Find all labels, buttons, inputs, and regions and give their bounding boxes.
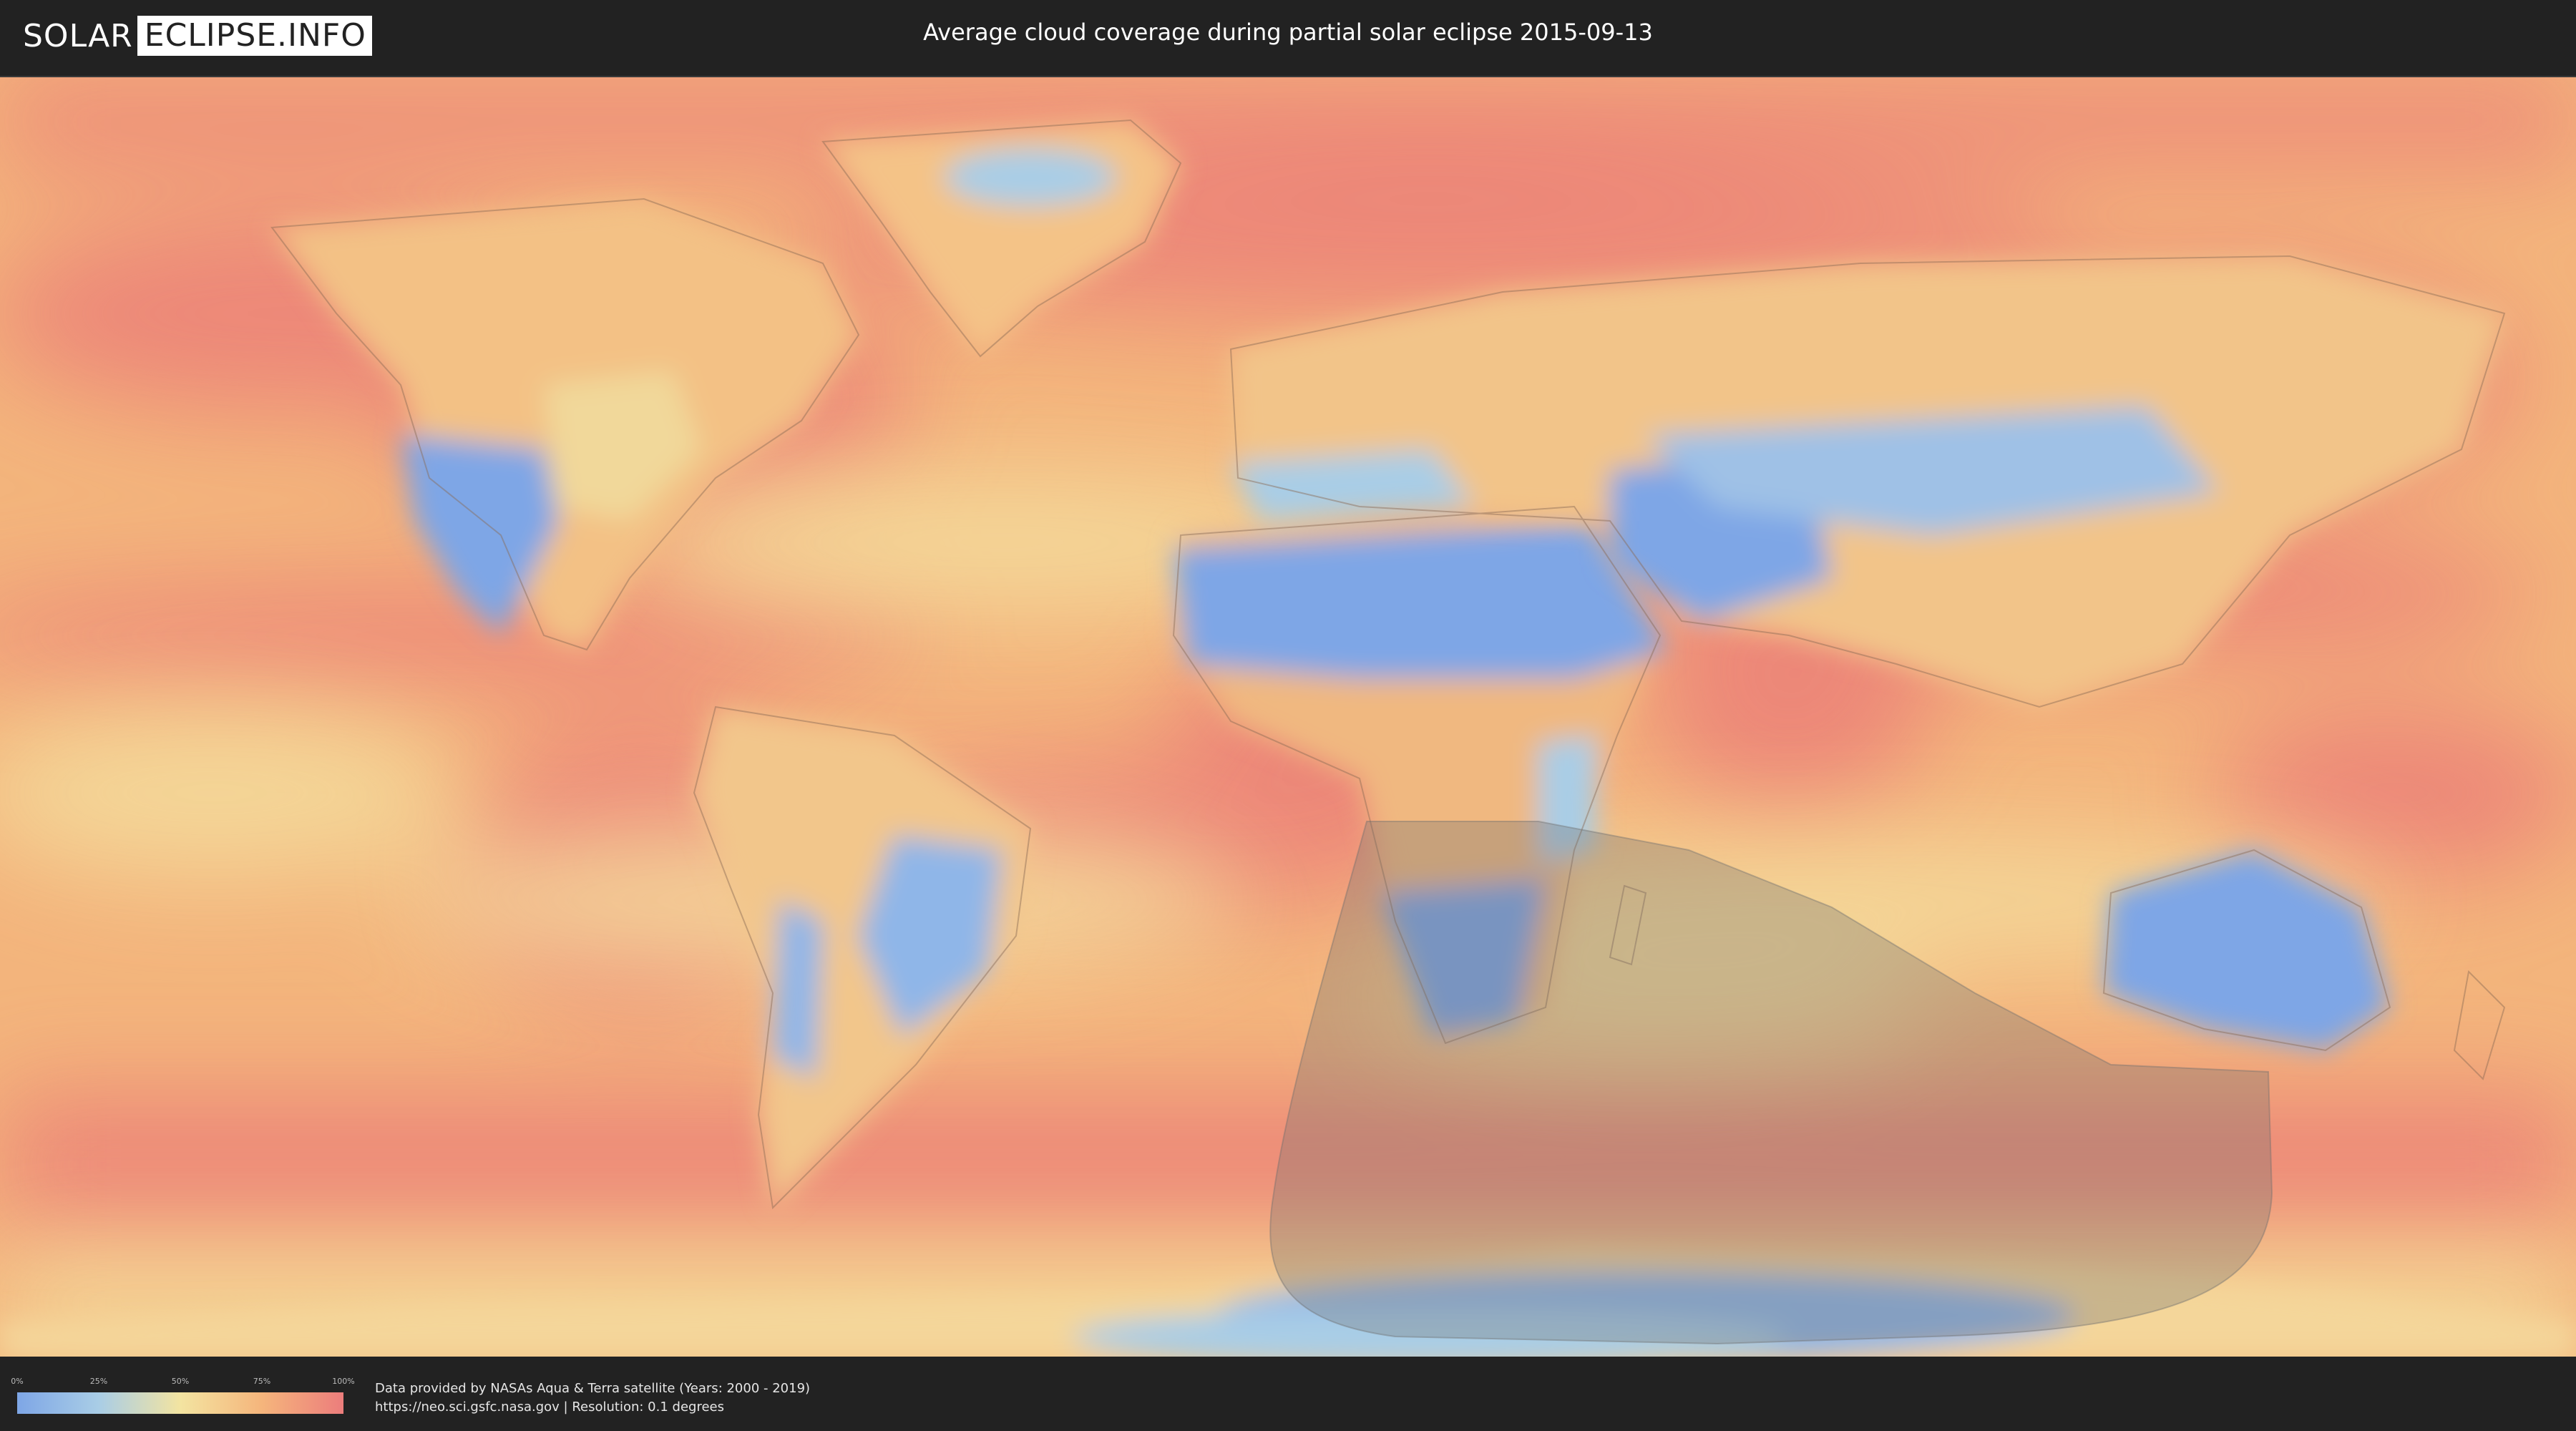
header-bar: SOLAR ECLIPSE.INFO Average cloud coverag…	[0, 0, 2576, 72]
legend-tick-25: 25%	[89, 1377, 108, 1386]
credit-line-source: Data provided by NASAs Aqua & Terra sate…	[375, 1381, 811, 1396]
legend-tick-50: 50%	[171, 1377, 190, 1386]
legend-tick-0: 0%	[11, 1377, 24, 1386]
cloud-coverage-legend: 0% 25% 50% 75% 100%	[11, 1377, 355, 1414]
legend-ticks: 0% 25% 50% 75% 100%	[11, 1377, 354, 1390]
legend-color-bar	[17, 1392, 343, 1414]
footer-bar: 0% 25% 50% 75% 100% Data provided by NAS…	[0, 1357, 2576, 1431]
map-canvas	[0, 77, 2576, 1357]
credit-line-url[interactable]: https://neo.sci.gsfc.nasa.gov | Resoluti…	[375, 1398, 810, 1417]
legend-tick-75: 75%	[253, 1377, 271, 1386]
cloud-coverage-map[interactable]	[0, 76, 2576, 1358]
data-credits: Data provided by NASAs Aqua & Terra sate…	[375, 1379, 810, 1417]
legend-tick-100: 100%	[332, 1377, 355, 1386]
page-title: Average cloud coverage during partial so…	[923, 19, 1653, 46]
